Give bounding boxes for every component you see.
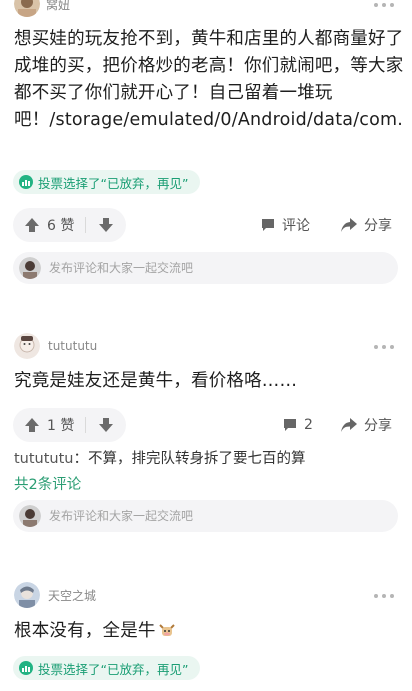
- my-avatar: [19, 505, 41, 527]
- comment-button[interactable]: 2: [282, 408, 313, 442]
- thumb-up-icon: [25, 218, 39, 232]
- vote-icon: [19, 661, 33, 675]
- reply-input[interactable]: [49, 261, 349, 275]
- sub-comment[interactable]: tutututu：不算，排完队转身拆了要七百的算: [14, 448, 306, 470]
- post-body-text: 根本没有，全是牛: [14, 621, 156, 641]
- share-label: 分享: [364, 418, 392, 434]
- comment-count: 2: [304, 417, 313, 433]
- avatar[interactable]: [14, 333, 40, 359]
- avatar[interactable]: [14, 582, 40, 608]
- vote-tag-text: 投票选择了“已放弃，再见”: [38, 175, 189, 191]
- action-bar: 6 赞 评论 分享: [0, 208, 412, 242]
- like-button[interactable]: 6 赞: [13, 208, 85, 242]
- post-2: tutututu 究竟是娃友还是黄牛，看价格咯…… 1 赞 2 分享 tutut…: [0, 330, 412, 532]
- comment-icon: [284, 419, 296, 431]
- post-body: 究竟是娃友还是黄牛，看价格咯……: [14, 371, 298, 391]
- action-bar: 1 赞 2 分享: [0, 408, 412, 442]
- post-header: 窝妞: [14, 0, 70, 17]
- post-body: 想买娃的玩友抢不到，黄牛和店里的人都商量好了成堆的买，把价格炒的老高！你们就闹吧…: [14, 29, 404, 130]
- username[interactable]: 窝妞: [46, 0, 70, 13]
- dislike-button[interactable]: [86, 408, 126, 442]
- share-button[interactable]: 分享: [340, 208, 392, 242]
- dislike-button[interactable]: [86, 208, 126, 242]
- comment-label: 评论: [282, 218, 310, 234]
- more-icon[interactable]: [374, 593, 394, 599]
- reply-box[interactable]: [13, 500, 398, 532]
- thumb-down-icon: [99, 218, 113, 232]
- share-label: 分享: [364, 218, 392, 234]
- post-header: 天空之城: [14, 582, 96, 608]
- share-button[interactable]: 分享: [340, 408, 392, 442]
- vote-tag[interactable]: 投票选择了“已放弃，再见”: [13, 656, 201, 680]
- vote-tag-text: 投票选择了“已放弃，再见”: [38, 661, 189, 677]
- comment-button[interactable]: 评论: [260, 208, 310, 242]
- post-body: 根本没有，全是牛: [14, 618, 404, 645]
- vote-icon: [19, 175, 33, 189]
- like-button[interactable]: 1 赞: [13, 408, 85, 442]
- share-icon: [341, 218, 357, 232]
- like-bar: 6 赞: [13, 208, 126, 242]
- all-comments-link[interactable]: 共2条评论: [14, 473, 81, 494]
- like-count: 1 赞: [47, 418, 75, 434]
- like-count: 6 赞: [47, 218, 75, 234]
- sub-comment-author[interactable]: tutututu: [14, 451, 74, 467]
- share-icon: [341, 418, 357, 432]
- more-icon[interactable]: [374, 344, 394, 350]
- reply-box[interactable]: [13, 252, 398, 284]
- post-header: tutututu: [14, 333, 97, 359]
- ox-emoji-icon: [158, 624, 175, 636]
- thumb-down-icon: [99, 418, 113, 432]
- post-1: 窝妞 想买娃的玩友抢不到，黄牛和店里的人都商量好了成堆的买，把价格炒的老高！你们…: [0, 0, 412, 290]
- sub-comment-text: ：不算，排完队转身拆了要七百的算: [73, 451, 306, 467]
- more-icon[interactable]: [374, 2, 394, 8]
- username[interactable]: tutututu: [48, 339, 97, 353]
- my-avatar: [19, 257, 41, 279]
- vote-tag[interactable]: 投票选择了“已放弃，再见”: [13, 170, 201, 194]
- like-bar: 1 赞: [13, 408, 126, 442]
- username[interactable]: 天空之城: [48, 587, 96, 604]
- post-3: 天空之城 根本没有，全是牛 投票选择了“已放弃，再见”: [0, 578, 412, 691]
- comment-icon: [262, 219, 274, 231]
- avatar[interactable]: [14, 0, 40, 17]
- thumb-up-icon: [25, 418, 39, 432]
- reply-input[interactable]: [49, 509, 349, 523]
